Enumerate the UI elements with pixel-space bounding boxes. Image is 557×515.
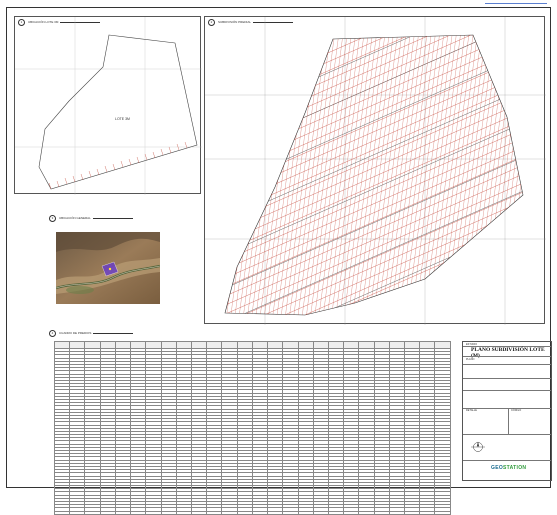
panel-general: 1 UBICACIÓN LOTE 3M LOTE 3M [14, 16, 202, 195]
location-aerial-image [56, 232, 160, 304]
panel-location-caption: 3 UBICACIÓN GENERAL [49, 215, 133, 222]
lot-label: LOTE 3M [115, 117, 130, 121]
top-link-line [485, 3, 547, 4]
plan-title: PLANO SUBDIVISIÓN LOTE (M) [471, 347, 545, 359]
parcel-table [53, 341, 451, 515]
title-block-section-a: DETALLE [466, 409, 477, 412]
panel-subdivision: 2 SUBDIVISIÓN PREDIAL [204, 16, 546, 325]
brand-logo: GEOSTATION [491, 465, 527, 471]
panel-table-number: 4 [49, 330, 56, 337]
title-block: ESTUDIO PLANO SUBDIVISIÓN LOTE (M) PLANO… [462, 341, 552, 481]
panel-table-caption: 4 CUADRO DE PREDIOS [49, 330, 134, 337]
north-arrow-icon [471, 441, 485, 452]
general-lot-drawing: LOTE 3M [15, 17, 202, 195]
subdivision-drawing [205, 17, 546, 325]
title-block-section-b: CÓDIGO [511, 409, 522, 412]
panel-location-number: 3 [49, 215, 56, 222]
plan-sheet: 1 UBICACIÓN LOTE 3M LOTE 3M 2 SUBDIVISIÓN … [6, 7, 552, 515]
title-block-subtitle: PLANO [466, 358, 475, 361]
